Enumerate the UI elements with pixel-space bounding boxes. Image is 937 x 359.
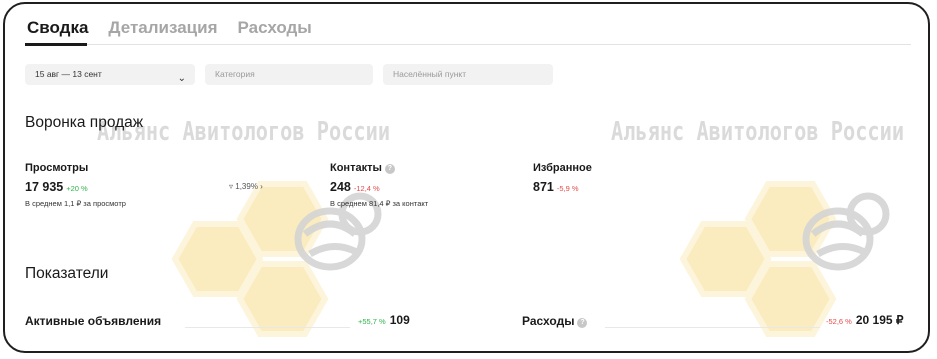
funnel-icon: ▿ bbox=[229, 182, 234, 191]
expenses-label: Расходы? bbox=[522, 314, 588, 328]
favorites-label: Избранное bbox=[533, 162, 592, 174]
views-delta: +20 % bbox=[66, 184, 88, 193]
chevron-down-icon: ⌄ bbox=[177, 73, 186, 84]
contacts-avg-cost: В среднем 81,4 ₽ за контакт bbox=[330, 199, 429, 208]
indicators-title: Показатели bbox=[25, 265, 109, 282]
watermark-text-right: Альянс Авитологов России bbox=[611, 117, 905, 147]
contacts-label-text: Контакты bbox=[330, 162, 382, 174]
chevron-right-icon: › bbox=[260, 182, 263, 191]
tab-divider bbox=[25, 43, 911, 46]
views-avg-cost: В среднем 1,1 ₽ за просмотр bbox=[25, 199, 126, 208]
contacts-delta: -12,4 % bbox=[353, 184, 380, 193]
expenses-divider bbox=[605, 327, 820, 328]
active-listings-label: Активные объявления bbox=[25, 314, 162, 328]
expenses-label-text: Расходы bbox=[522, 314, 575, 328]
favorites-metric: 871 -5,9 % bbox=[533, 180, 579, 194]
filters-bar: 15 авг — 13 сент ⌄ Категория Населённый … bbox=[25, 64, 553, 85]
views-value: 17 935 bbox=[25, 180, 64, 194]
date-range-select[interactable]: 15 авг — 13 сент ⌄ bbox=[25, 64, 195, 85]
funnel-title: Воронка продаж bbox=[25, 114, 144, 131]
expenses-metric: -52,6 % 20 195 ₽ bbox=[823, 313, 904, 327]
active-tab-indicator bbox=[25, 43, 87, 46]
active-listings-value: 109 bbox=[389, 313, 410, 327]
date-range-value: 15 авг — 13 сент bbox=[35, 69, 102, 79]
tab-details[interactable]: Детализация bbox=[108, 18, 217, 38]
expenses-value: 20 195 ₽ bbox=[855, 313, 904, 327]
conversion-rate[interactable]: ▿ 1,39% › bbox=[229, 182, 263, 191]
help-icon[interactable]: ? bbox=[384, 164, 395, 174]
contacts-metric: 248 -12,4 % bbox=[330, 180, 380, 194]
views-metric: 17 935 +20 % bbox=[25, 180, 88, 194]
active-listings-divider bbox=[185, 327, 350, 328]
conversion-value: 1,39% bbox=[235, 182, 258, 191]
favorites-value: 871 bbox=[533, 180, 554, 194]
category-input[interactable]: Категория bbox=[205, 64, 373, 85]
contacts-label: Контакты? bbox=[330, 162, 395, 174]
views-label: Просмотры bbox=[25, 162, 89, 174]
tab-summary[interactable]: Сводка bbox=[27, 18, 88, 38]
help-icon[interactable]: ? bbox=[577, 318, 588, 328]
city-input[interactable]: Населённый пункт bbox=[383, 64, 553, 85]
expenses-delta: -52,6 % bbox=[826, 317, 852, 326]
tab-bar: Сводка Детализация Расходы bbox=[27, 18, 312, 38]
tab-expenses[interactable]: Расходы bbox=[238, 18, 312, 38]
favorites-delta: -5,9 % bbox=[556, 184, 579, 193]
contacts-value: 248 bbox=[330, 180, 351, 194]
app-window: Сводка Детализация Расходы 15 авг — 13 с… bbox=[3, 2, 930, 353]
active-listings-metric: +55,7 % 109 bbox=[355, 313, 410, 327]
active-listings-delta: +55,7 % bbox=[358, 317, 386, 326]
